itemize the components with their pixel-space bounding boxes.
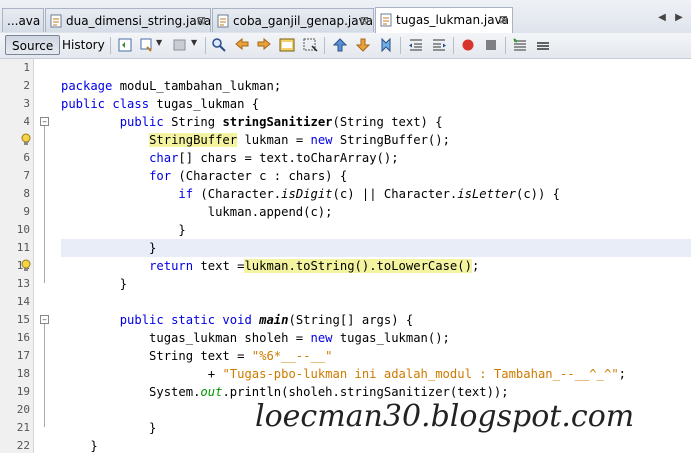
line-number: 10 <box>16 223 30 236</box>
back-dropdown-icon[interactable]: ▼ <box>156 38 162 47</box>
line-number: 6 <box>23 151 30 164</box>
toggle-rectangular-selection-icon[interactable] <box>302 37 318 53</box>
start-macro-recording-icon[interactable] <box>460 37 476 53</box>
code-line-5: StringBuffer lukman = new StringBuffer()… <box>149 133 450 147</box>
line-number: 8 <box>23 187 30 200</box>
shift-line-left-icon[interactable] <box>408 37 424 53</box>
close-tab-icon[interactable]: ⊠ <box>197 9 206 32</box>
hint-lightbulb-icon[interactable] <box>20 133 32 147</box>
tab-dua-dimensi-string[interactable]: dua_dimensi_string.java ⊠ <box>45 8 211 32</box>
code-line-9: lukman.append(c); <box>61 205 333 219</box>
tab-label: dua_dimensi_string.java <box>66 14 211 28</box>
code-line-15: public static void main(String[] args) { <box>119 313 414 327</box>
previous-bookmark-icon[interactable] <box>332 37 348 53</box>
code-line-21: } <box>61 421 157 435</box>
line-number: 18 <box>16 367 30 380</box>
close-tab-icon[interactable]: ⊠ <box>499 8 508 32</box>
code-line-22: } <box>61 439 98 453</box>
code-line-13: } <box>61 277 128 291</box>
toolbar-separator <box>400 37 401 54</box>
tab-label: tugas_lukman.java <box>396 13 510 27</box>
toolbar-separator <box>324 37 325 54</box>
line-number: 2 <box>23 79 30 92</box>
code-line-2: package moduL_tambahan_lukman; <box>61 79 282 93</box>
line-number: 9 <box>23 205 30 218</box>
find-previous-icon[interactable] <box>234 37 250 53</box>
toolbar-separator <box>110 37 111 54</box>
package-name: moduL_tambahan_lukman <box>119 79 274 93</box>
line-number: 13 <box>16 277 30 290</box>
line-number: 21 <box>16 421 30 434</box>
line-number: 16 <box>16 331 30 344</box>
fold-toggle-icon[interactable]: – <box>40 315 49 325</box>
java-file-icon <box>380 13 392 27</box>
line-number: 4 <box>23 115 30 128</box>
source-button[interactable]: Source <box>5 35 61 55</box>
line-number: 1 <box>23 61 30 74</box>
code-line-7: for (Character c : chars) { <box>149 169 348 183</box>
blog-watermark: loecman30.blogspot.com <box>255 399 635 434</box>
line-number: 14 <box>16 295 30 308</box>
tab-label: ...ava <box>7 14 41 28</box>
scroll-left-icon[interactable]: ◀ <box>655 9 669 27</box>
comment-icon[interactable] <box>512 37 528 53</box>
close-tab-icon[interactable]: ⊠ <box>360 9 369 32</box>
code-line-17: String text = "%6*__--__" <box>61 349 333 363</box>
next-bookmark-icon[interactable] <box>355 37 371 53</box>
code-line-11: } <box>61 241 157 255</box>
fold-toggle-icon[interactable]: – <box>40 117 49 127</box>
tab-label: coba_ganjil_genap.java <box>233 14 374 28</box>
code-line-18: + "Tugas-pbo-lukman ini adalah_modul : T… <box>61 367 627 381</box>
scroll-right-icon[interactable]: ▶ <box>672 9 686 27</box>
find-icon[interactable] <box>211 37 227 53</box>
line-number: 7 <box>23 169 30 182</box>
code-line-10: } <box>61 223 186 237</box>
hint-lightbulb-icon[interactable] <box>20 259 32 273</box>
tab-coba-ganjil-genap[interactable]: coba_ganjil_genap.java ⊠ <box>212 8 374 32</box>
code-line-3: public class tugas_lukman { <box>61 97 260 111</box>
toolbar-separator <box>205 37 206 54</box>
code-line-8: if (Character.isDigit(c) || Character.is… <box>178 187 561 201</box>
code-line-16: tugas_lukman sholeh = new tugas_lukman()… <box>61 331 450 345</box>
line-number: 11 <box>16 241 30 254</box>
line-number: 19 <box>16 385 30 398</box>
editor-toolbar: Source History ▼ ▼ <box>0 33 691 59</box>
tab-previous-file[interactable]: ...ava <box>2 8 44 32</box>
toggle-highlight-icon[interactable] <box>279 37 295 53</box>
toggle-bookmark-icon[interactable] <box>378 37 394 53</box>
editor-tab-bar: ...ava dua_dimensi_string.java ⊠ coba_ga… <box>0 0 691 34</box>
line-number: 20 <box>16 403 30 416</box>
last-edit-icon[interactable] <box>117 37 133 53</box>
shift-line-right-icon[interactable] <box>431 37 447 53</box>
code-editor[interactable]: 1 2 3 4 5 6 7 8 9 10 11 12 13 14 15 16 1… <box>0 59 691 453</box>
stop-macro-recording-icon[interactable] <box>483 37 499 53</box>
code-line-12: return text =lukman.toString().toLowerCa… <box>149 259 480 273</box>
forward-dropdown-icon[interactable]: ▼ <box>191 38 197 47</box>
find-next-icon[interactable] <box>256 37 272 53</box>
toolbar-separator <box>453 37 454 54</box>
line-number: 17 <box>16 349 30 362</box>
line-number: 15 <box>16 313 30 326</box>
line-number: 3 <box>23 97 30 110</box>
forward-icon[interactable] <box>172 37 188 53</box>
code-line-4: public String stringSanitizer(String tex… <box>119 115 443 129</box>
code-line-6: char[] chars = text.toCharArray(); <box>149 151 399 165</box>
fold-guide <box>44 324 45 427</box>
back-icon[interactable] <box>139 37 155 53</box>
java-file-icon <box>217 14 229 28</box>
toolbar-separator <box>505 37 506 54</box>
line-number: 22 <box>16 439 30 452</box>
fold-guide <box>44 126 45 283</box>
uncomment-icon[interactable] <box>535 37 551 53</box>
history-button[interactable]: History <box>56 35 111 55</box>
java-file-icon <box>50 14 62 28</box>
tab-tugas-lukman[interactable]: tugas_lukman.java ⊠ <box>375 7 513 33</box>
